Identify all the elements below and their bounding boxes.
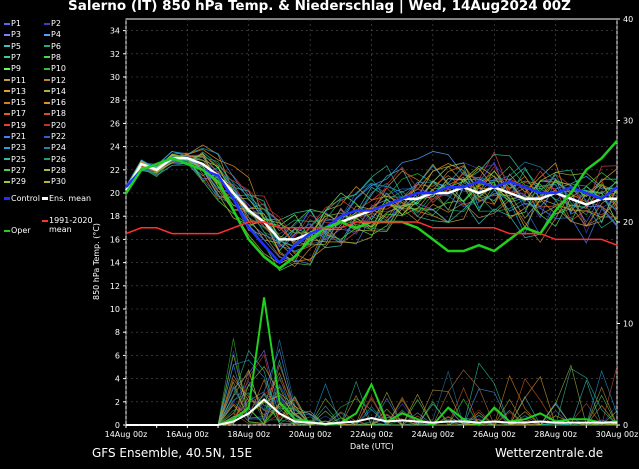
y-tick-label: 32 [110,50,120,59]
x-tick-label: 26Aug 00z [473,430,516,439]
x-tick-label: 18Aug 00z [227,430,270,439]
y2-tick-label: 20 [623,218,633,227]
y-tick-label: 6 [115,351,120,360]
x-axis-label: Date (UTC) [350,442,394,451]
y2-tick-label: 0 [623,421,628,430]
y-tick-label: 16 [110,235,120,244]
y-tick-label: 4 [115,375,120,384]
y-tick-label: 26 [110,119,120,128]
y-tick-label: 0 [115,421,120,430]
y-tick-label: 12 [110,282,120,291]
x-tick-label: 28Aug 00z [534,430,577,439]
x-tick-label: 30Aug 00z [596,430,639,439]
y-axis-label: 850 hPa Temp. (°C) [92,222,101,300]
y2-tick-label: 30 [623,117,633,126]
y2-tick-label: 10 [623,320,633,329]
y-tick-label: 34 [110,27,120,36]
y-tick-label: 20 [110,189,120,198]
x-tick-label: 20Aug 00z [289,430,332,439]
y-tick-label: 10 [110,305,120,314]
x-tick-label: 14Aug 00z [105,430,148,439]
x-tick-label: 22Aug 00z [350,430,393,439]
x-tick-label: 24Aug 00z [412,430,455,439]
y2-tick-label: 40 [623,15,633,24]
footer-site-label: Wetterzentrale.de [495,446,604,460]
y-tick-label: 30 [110,73,120,82]
y-tick-label: 8 [115,328,120,337]
y-tick-label: 24 [110,143,120,152]
y-tick-label: 2 [115,398,120,407]
y-tick-label: 22 [110,166,120,175]
y-tick-label: 18 [110,212,120,221]
y-tick-label: 14 [110,259,120,268]
footer-model-label: GFS Ensemble, 40.5N, 15E [92,446,253,460]
y-tick-label: 28 [110,96,120,105]
x-tick-label: 16Aug 00z [166,430,209,439]
